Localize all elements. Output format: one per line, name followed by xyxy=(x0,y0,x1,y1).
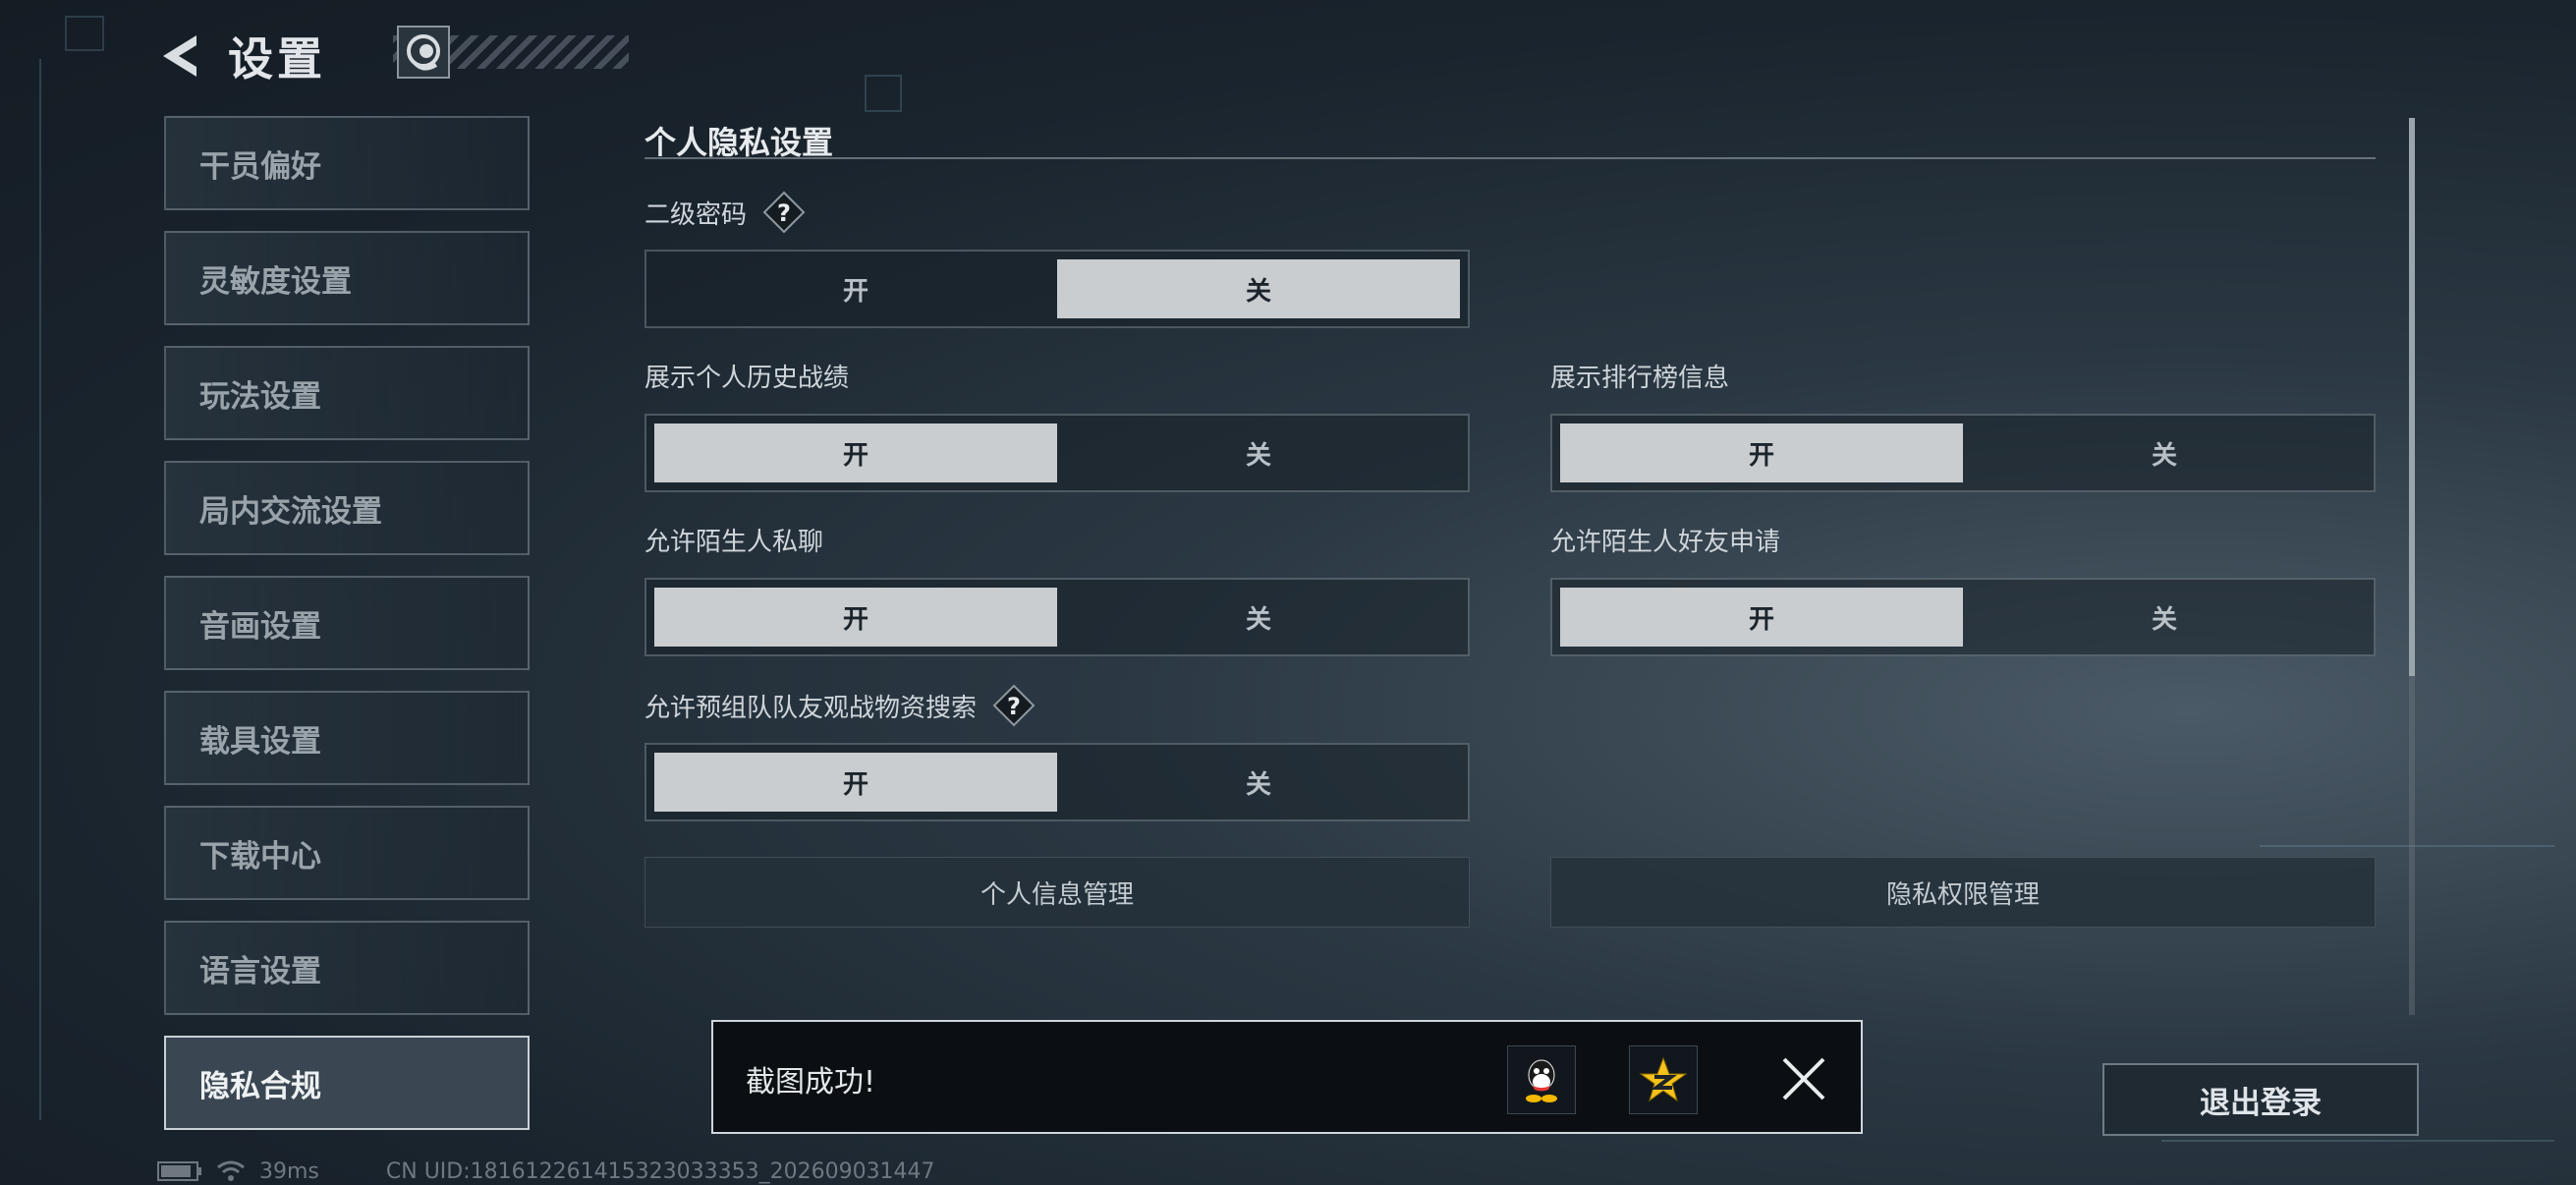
back-arrow-icon[interactable] xyxy=(157,31,202,81)
toggle-stranger-chat: 开 关 xyxy=(644,578,1470,656)
setting-label-text: 允许陌生人私聊 xyxy=(644,528,824,557)
screenshot-toast: 截图成功! xyxy=(711,1020,1863,1134)
help-icon[interactable]: ? xyxy=(762,191,806,234)
decor-line xyxy=(2161,1140,2554,1142)
toggle-off-option[interactable]: 关 xyxy=(1057,259,1460,318)
sidebar-item-label: 干员偏好 xyxy=(199,148,321,185)
sidebar-item-sensitivity[interactable]: 灵敏度设置 xyxy=(164,231,530,325)
battery-icon xyxy=(157,1161,201,1181)
sidebar-item-label: 下载中心 xyxy=(199,838,321,875)
decor-frame xyxy=(865,75,902,112)
toast-message: 截图成功! xyxy=(746,1065,876,1100)
sidebar-item-label: 玩法设置 xyxy=(199,378,321,415)
toggle-leaderboard: 开 关 xyxy=(1550,414,2376,492)
setting-label-history-record: 展示个人历史战绩 xyxy=(644,358,849,394)
setting-label-text: 展示排行榜信息 xyxy=(1550,364,1730,393)
sidebar-item-privacy[interactable]: 隐私合规 xyxy=(164,1036,530,1130)
toggle-off-option[interactable]: 关 xyxy=(1963,588,2366,647)
help-icon[interactable]: ? xyxy=(992,684,1036,727)
setting-label-text: 展示个人历史战绩 xyxy=(644,364,850,393)
sidebar-item-communication[interactable]: 局内交流设置 xyxy=(164,461,530,555)
customer-service-icon[interactable] xyxy=(397,26,450,79)
personal-info-management-button[interactable]: 个人信息管理 xyxy=(644,857,1470,928)
toggle-on-option[interactable]: 开 xyxy=(1560,588,1963,647)
toggle-off-option[interactable]: 关 xyxy=(1963,423,2366,482)
toggle-on-option[interactable]: 开 xyxy=(654,753,1057,812)
sidebar-item-label: 隐私合规 xyxy=(199,1068,321,1104)
scrollbar-track[interactable] xyxy=(2409,676,2415,1015)
toggle-secondary-password: 开 关 xyxy=(644,250,1470,328)
toggle-history-record: 开 关 xyxy=(644,414,1470,492)
setting-label-secondary-password: 二级密码 ? xyxy=(644,191,806,234)
setting-label-team-spectate-search: 允许预组队队友观战物资搜索 ? xyxy=(644,684,1036,727)
qzone-icon xyxy=(1639,1056,1688,1102)
close-icon[interactable] xyxy=(1780,1055,1827,1102)
toggle-on-option[interactable]: 开 xyxy=(654,259,1057,318)
setting-label-text: 允许预组队队友观战物资搜索 xyxy=(644,693,978,723)
decor-line xyxy=(2260,845,2554,847)
setting-label-stranger-chat: 允许陌生人私聊 xyxy=(644,522,823,558)
ping-value: 39ms xyxy=(259,1158,319,1184)
sidebar-item-download-center[interactable]: 下载中心 xyxy=(164,806,530,900)
qq-icon xyxy=(1526,1059,1557,1102)
sidebar-item-operator-preference[interactable]: 干员偏好 xyxy=(164,116,530,210)
svg-text:?: ? xyxy=(1007,693,1021,720)
sidebar-item-gameplay[interactable]: 玩法设置 xyxy=(164,346,530,440)
status-bar: 39ms CN UID:181612261415323033353_202609… xyxy=(157,1157,935,1185)
sidebar-item-label: 灵敏度设置 xyxy=(199,263,352,300)
setting-label-text: 二级密码 xyxy=(644,199,748,230)
toggle-on-option[interactable]: 开 xyxy=(1560,423,1963,482)
sidebar-item-language[interactable]: 语言设置 xyxy=(164,921,530,1015)
svg-text:?: ? xyxy=(777,199,791,227)
toggle-off-option[interactable]: 关 xyxy=(1057,423,1460,482)
setting-label-text: 允许陌生人好友申请 xyxy=(1550,528,1781,557)
logout-button[interactable]: 退出登录 xyxy=(2102,1063,2419,1136)
sidebar-item-audio-video[interactable]: 音画设置 xyxy=(164,576,530,670)
sidebar-item-label: 局内交流设置 xyxy=(199,493,382,530)
share-qq-button[interactable] xyxy=(1507,1045,1576,1114)
toggle-on-option[interactable]: 开 xyxy=(654,423,1057,482)
toggle-off-option[interactable]: 关 xyxy=(1057,588,1460,647)
toggle-stranger-friend-request: 开 关 xyxy=(1550,578,2376,656)
toggle-team-spectate-search: 开 关 xyxy=(644,743,1470,821)
toggle-off-option[interactable]: 关 xyxy=(1057,753,1460,812)
header: 设置 xyxy=(157,22,326,90)
sidebar-item-label: 语言设置 xyxy=(199,953,321,989)
page-title: 设置 xyxy=(228,32,326,85)
decor-frame xyxy=(65,16,104,51)
section-divider xyxy=(644,157,2376,159)
uid-text: CN UID:181612261415323033353_20260903144… xyxy=(385,1158,935,1184)
decor-line xyxy=(39,59,41,1120)
privacy-permission-management-button[interactable]: 隐私权限管理 xyxy=(1550,857,2376,928)
share-qzone-button[interactable] xyxy=(1629,1045,1698,1114)
setting-label-stranger-friend-request: 允许陌生人好友申请 xyxy=(1550,522,1780,558)
wifi-icon xyxy=(217,1160,245,1181)
sidebar-item-label: 音画设置 xyxy=(199,608,321,645)
setting-label-leaderboard: 展示排行榜信息 xyxy=(1550,358,1729,394)
sidebar-item-label: 载具设置 xyxy=(199,723,321,760)
toggle-on-option[interactable]: 开 xyxy=(654,588,1057,647)
sidebar-item-vehicle[interactable]: 载具设置 xyxy=(164,691,530,785)
scrollbar-thumb[interactable] xyxy=(2409,118,2415,676)
